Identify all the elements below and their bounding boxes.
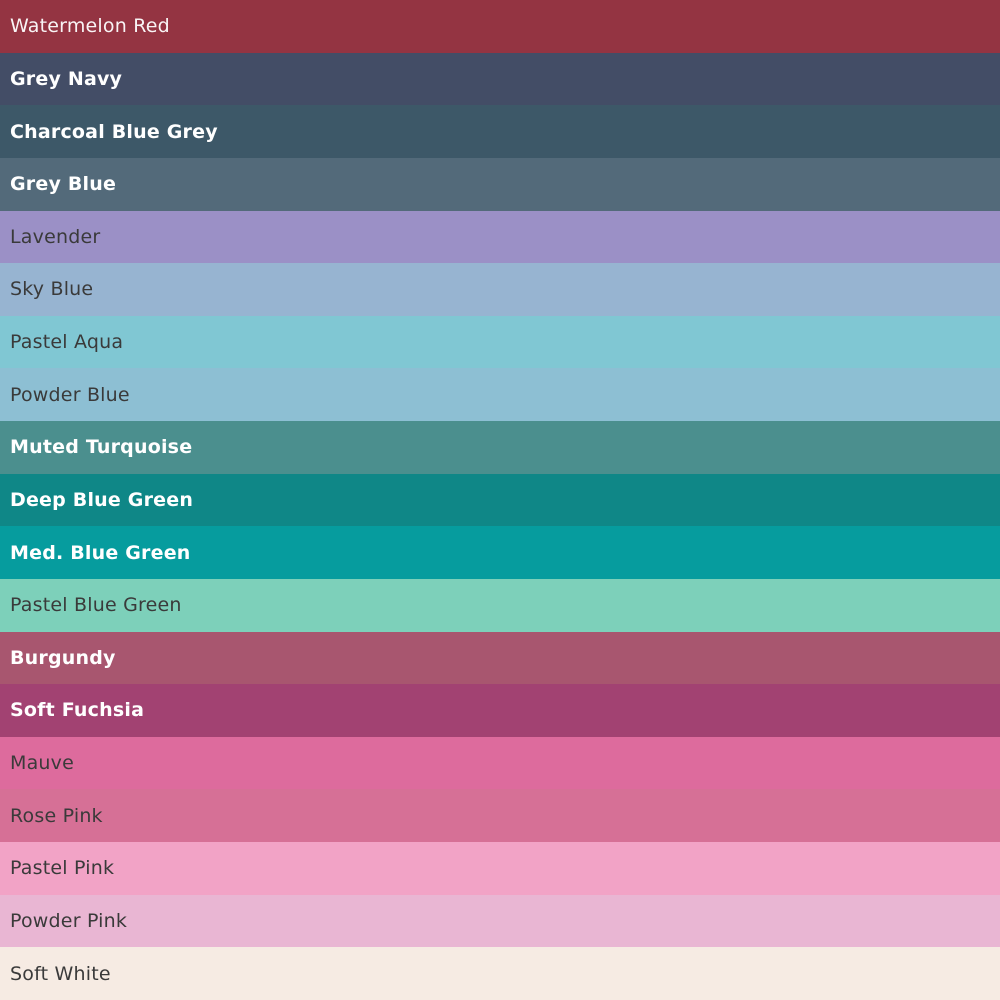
swatch-muted-turquoise: Muted Turquoise <box>0 421 1000 474</box>
swatch-mauve: Mauve <box>0 736 1000 790</box>
swatch-label: Grey Blue <box>10 173 117 196</box>
swatch-label: Sky Blue <box>10 278 94 301</box>
swatch-lavender: Lavender <box>0 210 1000 264</box>
swatch-label: Pastel Blue Green <box>10 594 182 617</box>
swatch-label: Powder Pink <box>10 909 128 932</box>
swatch-label: Muted Turquoise <box>10 436 193 459</box>
swatch-label: Deep Blue Green <box>10 488 194 511</box>
swatch-deep-blue-green: Deep Blue Green <box>0 473 1000 527</box>
swatch-label: Grey Navy <box>10 67 123 90</box>
swatch-sky-blue: Sky Blue <box>0 263 1000 316</box>
swatch-med-blue-green: Med. Blue Green <box>0 526 1000 579</box>
swatch-pastel-pink: Pastel Pink <box>0 842 1000 895</box>
swatch-label: Watermelon Red <box>10 15 170 38</box>
swatch-label: Mauve <box>10 752 75 775</box>
swatch-label: Med. Blue Green <box>10 541 191 564</box>
swatch-powder-blue: Powder Blue <box>0 368 1000 421</box>
swatch-pastel-aqua: Pastel Aqua <box>0 315 1000 369</box>
swatch-soft-white: Soft White <box>0 947 1000 1000</box>
swatch-label: Charcoal Blue Grey <box>10 120 218 143</box>
swatch-label: Soft Fuchsia <box>10 699 145 722</box>
swatch-label: Soft White <box>10 962 111 985</box>
swatch-grey-blue: Grey Blue <box>0 157 1000 211</box>
color-swatch-list: Watermelon Red Grey Navy Charcoal Blue G… <box>0 0 1000 1000</box>
swatch-label: Pastel Pink <box>10 857 115 880</box>
swatch-charcoal-blue-grey: Charcoal Blue Grey <box>0 105 1000 158</box>
swatch-powder-pink: Powder Pink <box>0 894 1000 948</box>
swatch-soft-fuchsia: Soft Fuchsia <box>0 684 1000 737</box>
swatch-label: Burgundy <box>10 646 116 669</box>
swatch-label: Rose Pink <box>10 804 103 827</box>
swatch-burgundy: Burgundy <box>0 631 1000 685</box>
swatch-pastel-blue-green: Pastel Blue Green <box>0 578 1000 632</box>
swatch-label: Pastel Aqua <box>10 331 124 354</box>
swatch-grey-navy: Grey Navy <box>0 52 1000 106</box>
swatch-label: Powder Blue <box>10 383 130 406</box>
swatch-label: Lavender <box>10 225 101 248</box>
swatch-rose-pink: Rose Pink <box>0 789 1000 842</box>
swatch-watermelon-red: Watermelon Red <box>0 0 1000 53</box>
